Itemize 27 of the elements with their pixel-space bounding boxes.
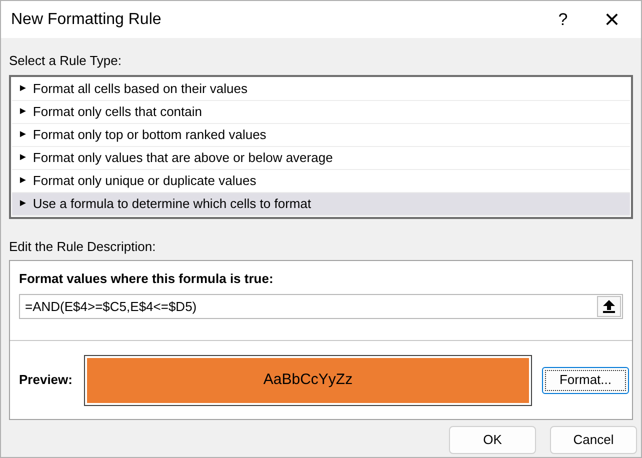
section-label: Edit the Rule Description: [9,239,156,255]
preview-label: Preview: [19,371,74,390]
pointer-icon: ► [18,176,28,186]
window-title: New Formatting Rule [11,10,162,30]
rule-type-item[interactable]: ► Use a formula to determine which cells to format [12,193,630,216]
collapse-button[interactable] [597,296,621,317]
section-label: Select a Rule Type: [9,53,122,69]
preview-sample: AaBbCcYyZz [87,358,529,402]
help-button[interactable]: ? [543,4,583,34]
pointer-icon: ► [18,199,28,209]
rule-type-label: Format only unique or duplicate values [32,172,256,190]
rule-type-label: Use a formula to determine which cells to format [32,195,312,214]
upload-arrow-icon [603,300,615,313]
rule-type-label: Format all cells based on their values [32,80,248,98]
rule-type-label: Format only values that are above or below average [32,149,333,168]
rule-type-label: Format only top or bottom ranked values [32,126,266,144]
pointer-icon: ► [18,153,28,163]
formula-label: Format values where this formula is true: [19,271,274,287]
dialog-button[interactable]: Cancel [550,426,637,454]
pointer-icon: ► [18,84,28,94]
pointer-icon: ► [18,107,28,117]
close-button[interactable]: × [583,4,641,34]
dialog-button[interactable]: OK [449,426,536,454]
rule-type-label: Format only cells that contain [32,103,202,122]
format-button[interactable]: Format... [542,366,629,394]
pointer-icon: ► [18,130,28,140]
formula-field[interactable]: =AND(E$4>=$C5,E$4<=$D5) [19,294,623,319]
